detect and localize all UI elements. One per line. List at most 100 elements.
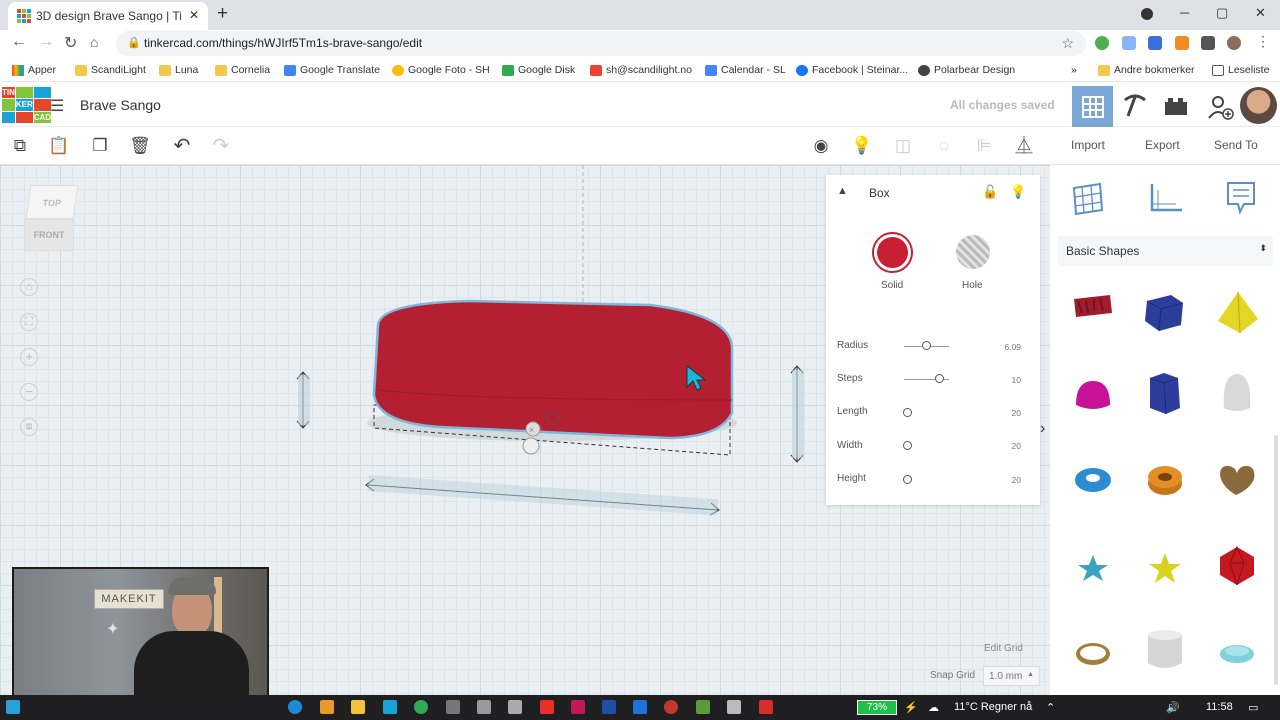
illustrator-icon[interactable] (540, 700, 554, 714)
battery-indicator[interactable]: 73% (857, 700, 897, 715)
paraboloid-icon[interactable] (1214, 370, 1260, 416)
weather-text[interactable]: 11°C Regner nå (954, 701, 1032, 713)
export-button[interactable]: Export (1145, 138, 1180, 152)
icosahedron-icon[interactable] (1214, 543, 1260, 589)
bookmark-facebook[interactable]: Facebook | Steinar... (796, 64, 908, 76)
send-to-button[interactable]: Send To (1214, 138, 1258, 152)
notes-tool-icon[interactable] (1224, 180, 1258, 218)
lock-icon[interactable]: 🔓 (982, 184, 998, 200)
minimize-icon[interactable]: ─ (1180, 5, 1189, 20)
duplicate-icon[interactable]: ❐ (89, 135, 111, 157)
solid-button[interactable] (872, 232, 913, 273)
3d-view-button[interactable] (1072, 86, 1113, 127)
collapse-panel-chevron-icon[interactable]: › (1040, 420, 1045, 438)
cylinder-glass-icon[interactable] (1142, 627, 1188, 673)
app-icon[interactable] (477, 700, 491, 714)
zoom-in-icon[interactable]: + (20, 348, 38, 366)
profile-menu-icon[interactable] (1141, 8, 1153, 20)
tube-icon[interactable] (1142, 457, 1188, 503)
design-title[interactable]: Brave Sango (80, 97, 161, 113)
window-close-icon[interactable]: ✕ (1255, 5, 1266, 21)
star-icon[interactable] (1142, 545, 1188, 591)
bookmark-luna[interactable]: Luna (159, 64, 198, 76)
chrome-icon[interactable] (414, 700, 428, 714)
notes-view-icon[interactable]: ◉ (810, 135, 832, 157)
design-list-icon[interactable]: ☰ (50, 96, 64, 116)
bookmark-google-translate[interactable]: Google Translate (284, 64, 380, 76)
weather-icon[interactable]: ☁ (928, 701, 939, 714)
radius-slider-knob[interactable] (921, 341, 931, 350)
bookmark-star-icon[interactable]: ☆ (1061, 31, 1074, 56)
extension-icon[interactable] (1095, 36, 1109, 50)
length-value[interactable]: 20 (996, 408, 1021, 418)
ruler-tool-icon[interactable] (1146, 180, 1186, 216)
app-icon[interactable] (320, 700, 334, 714)
width-slider-knob[interactable] (903, 441, 912, 450)
maximize-icon[interactable]: ▢ (1216, 5, 1228, 21)
back-icon[interactable]: ← (11, 33, 27, 51)
add-user-icon[interactable] (1206, 94, 1234, 120)
start-icon[interactable] (6, 700, 20, 714)
app-icon[interactable] (288, 700, 302, 714)
volume-icon[interactable]: 🔊 (1166, 701, 1180, 714)
delete-icon[interactable]: 🗑 (129, 135, 151, 157)
selected-box-shape[interactable]: × (270, 165, 830, 525)
reading-list[interactable]: Leseliste (1212, 64, 1269, 76)
tray-overflow-icon[interactable]: ⌃ (1046, 701, 1055, 714)
bookmark-scandilight[interactable]: ScandiLight (75, 64, 146, 76)
app-icon[interactable] (446, 700, 460, 714)
undo-icon[interactable]: ↶ (171, 135, 193, 157)
bookmark-gmail[interactable]: sh@scandilight.no (590, 64, 692, 76)
view-cube-front[interactable]: FRONT (24, 219, 74, 251)
lightroom-icon[interactable] (602, 700, 616, 714)
bricks-icon[interactable] (1163, 95, 1189, 117)
app-icon[interactable] (727, 700, 741, 714)
half-sphere-icon[interactable] (1070, 375, 1116, 421)
notifications-icon[interactable]: ▭ (1248, 701, 1258, 714)
view-cube-top[interactable]: TOP (25, 185, 79, 219)
tinkercad-logo[interactable]: TIN KER CAD (2, 87, 52, 123)
bookmarks-overflow-icon[interactable]: » (1071, 64, 1077, 76)
copy-icon[interactable]: ⧉ (9, 135, 31, 157)
group-icon[interactable]: ◫ (892, 135, 914, 157)
workplane-tool-icon[interactable] (1070, 180, 1106, 216)
steps-slider-knob[interactable] (934, 374, 944, 383)
home-icon[interactable]: ⌂ (90, 34, 98, 50)
text-icon[interactable] (1070, 283, 1116, 329)
redo-icon[interactable]: ↷ (210, 135, 232, 157)
shape-library-select[interactable]: Basic Shapes ⬍ (1058, 236, 1273, 266)
extension-icon[interactable] (1148, 36, 1162, 50)
photoshop-icon[interactable] (633, 700, 647, 714)
zoom-out-icon[interactable]: − (20, 383, 38, 401)
ungroup-icon[interactable]: ◌ (933, 135, 955, 157)
extension-icon[interactable] (1122, 36, 1136, 50)
height-value[interactable]: 20 (996, 475, 1021, 485)
indesign-icon[interactable] (571, 700, 585, 714)
home-view-icon[interactable]: ⌂ (20, 278, 38, 296)
light-bulb-icon[interactable]: 💡 (1010, 184, 1026, 200)
app-icon[interactable] (383, 700, 397, 714)
width-value[interactable]: 20 (996, 441, 1021, 451)
view-cube[interactable]: TOP FRONT (24, 185, 79, 253)
bookmark-polarbear[interactable]: Polarbear Design (918, 64, 1015, 76)
reload-icon[interactable]: ↻ (64, 33, 77, 53)
bookmark-cornelia[interactable]: Cornelia (215, 64, 270, 76)
bookmark-google-disk[interactable]: Google Disk (502, 64, 575, 76)
box-icon[interactable] (1141, 289, 1187, 335)
perspective-icon[interactable]: ⧈ (20, 418, 38, 436)
hole-button[interactable] (956, 235, 990, 269)
bookmark-folder-other[interactable]: Andre bokmerker (1098, 64, 1195, 76)
edit-grid-button[interactable]: Edit Grid (984, 643, 1023, 654)
url-field[interactable]: 🔒 tinkercad.com/things/hWJIrf5Tm1s-brave… (116, 31, 1086, 56)
browser-tab[interactable]: 3D design Brave Sango | Tinkerc ✕ (8, 2, 208, 30)
forward-icon[interactable]: → (38, 33, 54, 51)
steps-value[interactable]: 10 (996, 375, 1021, 385)
star-icon[interactable] (1070, 545, 1116, 591)
heart-icon[interactable] (1214, 457, 1260, 503)
user-avatar[interactable] (1240, 87, 1277, 124)
mirror-icon[interactable]: ⏅ (1013, 135, 1035, 157)
tab-close-icon[interactable]: ✕ (189, 8, 199, 22)
browser-menu-icon[interactable]: ⋮ (1256, 33, 1270, 50)
fit-view-icon[interactable]: ⛶ (20, 313, 38, 331)
round-roof-icon[interactable] (1214, 631, 1260, 677)
